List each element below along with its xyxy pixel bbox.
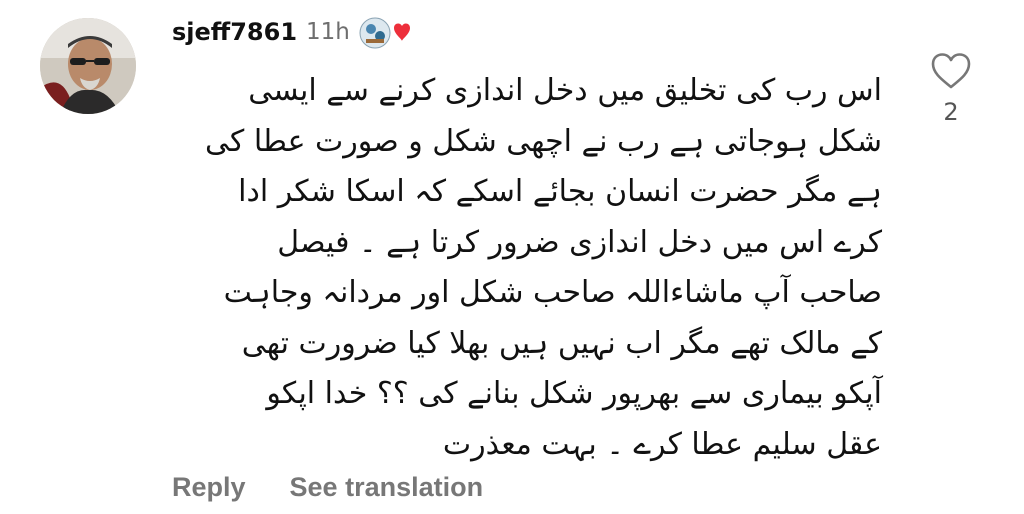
reply-button[interactable]: Reply [172, 472, 246, 503]
like-count: 2 [943, 98, 959, 126]
comment-header: sjeff7861 11h [172, 12, 410, 52]
art-badge-icon [358, 12, 410, 52]
profile-avatar-image [40, 18, 136, 114]
comment-body: اس رب کی تخلیق میں دخل اندازی کرنے سے ای… [205, 73, 882, 462]
heart-outline-icon[interactable] [930, 52, 972, 90]
avatar[interactable] [40, 18, 136, 114]
like-button[interactable]: 2 [928, 52, 974, 136]
timestamp: 11h [306, 19, 350, 45]
comment-actions: Reply See translation [172, 472, 483, 503]
see-translation-button[interactable]: See translation [290, 472, 484, 503]
username[interactable]: sjeff7861 [172, 18, 297, 46]
